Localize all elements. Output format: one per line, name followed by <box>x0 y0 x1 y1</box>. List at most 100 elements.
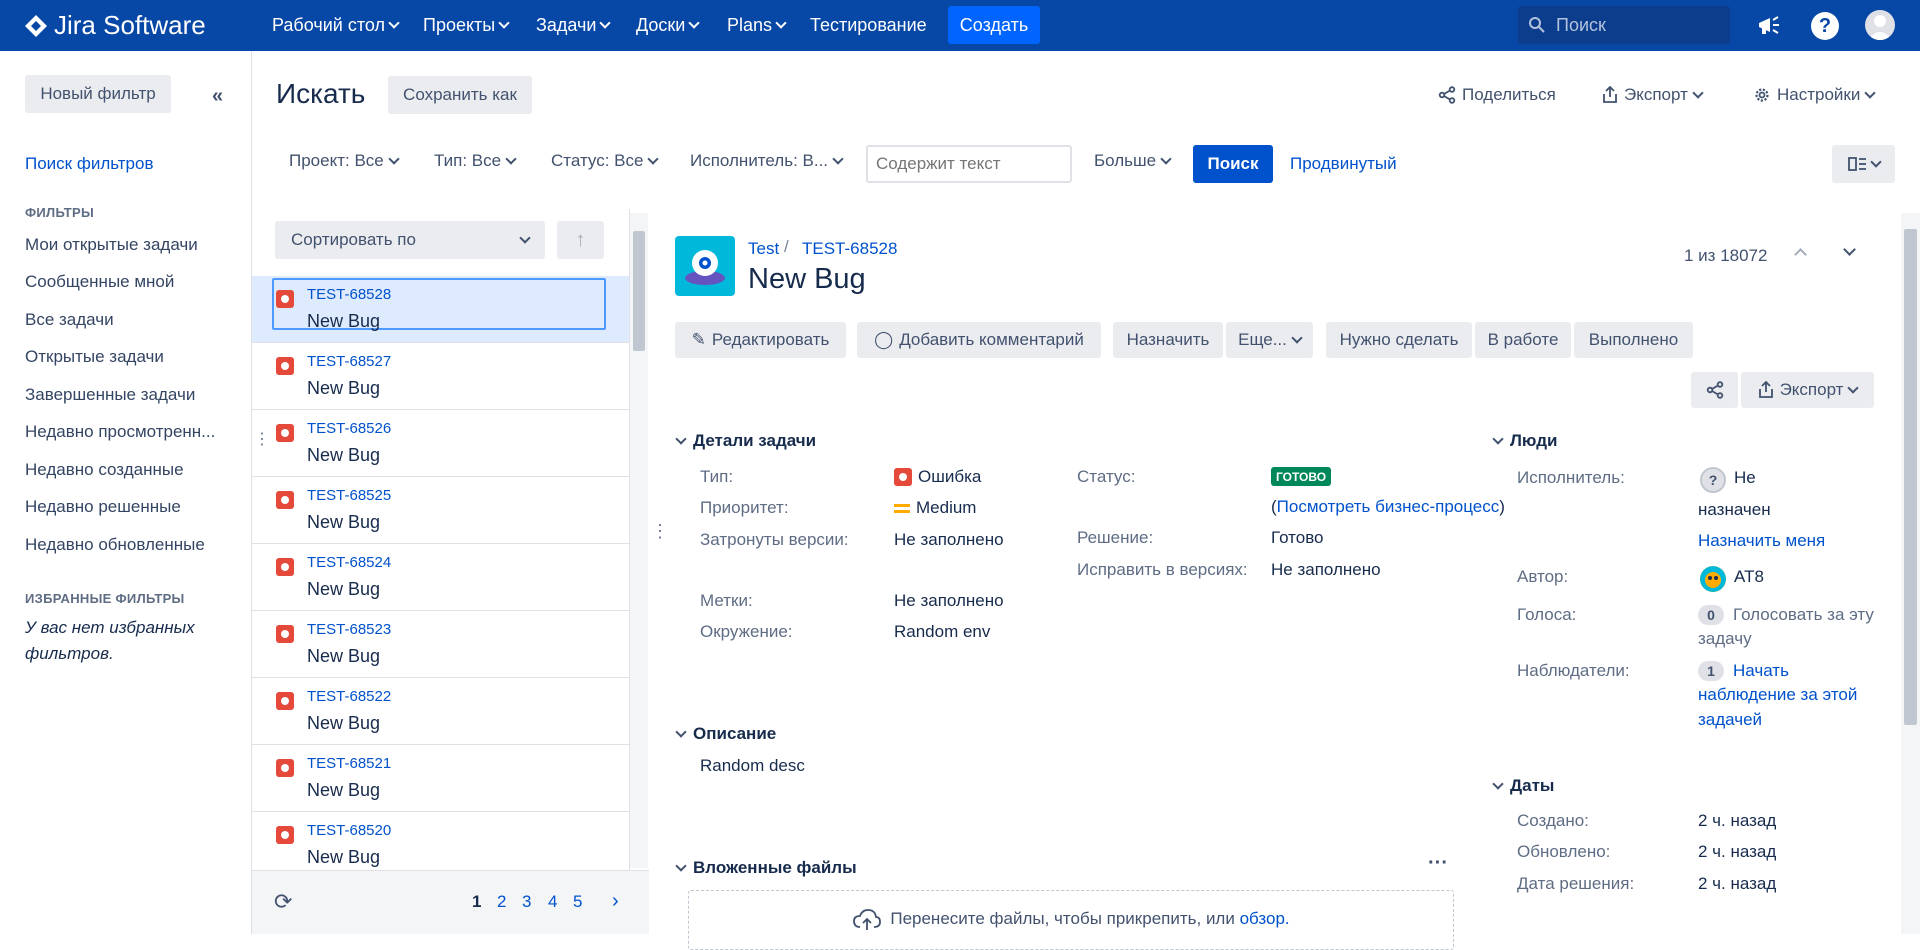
watch-link-line2[interactable]: наблюдение за этой <box>1698 685 1857 705</box>
environment-value[interactable]: Random env <box>894 622 990 642</box>
assign-to-me-link[interactable]: Назначить меня <box>1698 531 1825 551</box>
reporter-value[interactable]: AT8 <box>1734 567 1764 587</box>
issue-row[interactable]: TEST-68523 New Bug <box>252 611 629 678</box>
transition-done-button[interactable]: Выполнено <box>1574 322 1693 358</box>
add-comment-button[interactable]: ◯ Добавить комментарий <box>857 322 1101 358</box>
refresh-icon[interactable]: ⟳ <box>274 889 292 915</box>
sort-direction-button[interactable]: ↑ <box>557 221 604 259</box>
issue-row[interactable]: TEST-68521 New Bug <box>252 745 629 812</box>
assignee-value[interactable]: Не <box>1734 468 1756 488</box>
list-scrollbar[interactable] <box>630 213 648 868</box>
vote-link-line2[interactable]: задачу <box>1698 629 1752 649</box>
pane-resize-handle-icon[interactable]: ⋮ <box>651 522 669 540</box>
issue-share-button[interactable] <box>1691 372 1738 408</box>
export-dropdown[interactable]: Экспорт <box>1602 85 1704 105</box>
issue-export-dropdown[interactable]: Экспорт <box>1741 372 1874 408</box>
settings-dropdown[interactable]: Настройки <box>1753 85 1877 105</box>
issue-row[interactable]: TEST-68527 New Bug <box>252 343 629 410</box>
issue-row[interactable]: TEST-68526 New Bug <box>252 410 629 477</box>
next-issue-icon[interactable] <box>1843 243 1856 256</box>
issue-row-selected[interactable]: TEST-68528 New Bug <box>252 276 629 343</box>
create-button[interactable]: Создать <box>948 6 1040 44</box>
collapse-sidebar-icon[interactable]: « <box>212 85 223 108</box>
status-filter[interactable]: Статус: Все <box>551 151 660 171</box>
share-button[interactable]: Поделиться <box>1438 85 1556 105</box>
filter-my-open[interactable]: Мои открытые задачи <box>25 235 198 255</box>
next-page-icon[interactable]: › <box>612 890 619 913</box>
global-search-input[interactable]: Поиск <box>1518 6 1730 44</box>
project-filter[interactable]: Проект: Все <box>289 151 400 171</box>
breadcrumb-issue-key[interactable]: TEST-68528 <box>802 239 897 259</box>
filter-recently-resolved[interactable]: Недавно решенные <box>25 497 181 517</box>
previous-issue-icon[interactable] <box>1794 248 1807 261</box>
breadcrumb-project[interactable]: Test <box>748 239 779 259</box>
detail-scrollbar[interactable] <box>1901 213 1920 934</box>
attachments-section-toggle[interactable]: Вложенные файлы <box>675 858 857 878</box>
view-workflow-link[interactable]: Посмотреть бизнес-процесс <box>1277 497 1500 516</box>
type-value[interactable]: Ошибка <box>894 467 981 487</box>
issue-row[interactable]: TEST-68520 New Bug <box>252 812 629 879</box>
nav-plans[interactable]: Plans <box>727 15 787 36</box>
assignee-value-line2[interactable]: назначен <box>1698 500 1771 520</box>
assignee-filter[interactable]: Исполнитель: В... <box>690 151 844 171</box>
dates-section-toggle[interactable]: Даты <box>1492 776 1554 796</box>
filter-recently-updated[interactable]: Недавно обновленные <box>25 535 205 555</box>
search-filters-link[interactable]: Поиск фильтров <box>25 154 154 174</box>
transition-todo-button[interactable]: Нужно сделать <box>1326 322 1472 358</box>
details-section-toggle[interactable]: Детали задачи <box>675 431 816 451</box>
description-section-toggle[interactable]: Описание <box>675 724 776 744</box>
filter-recently-viewed[interactable]: Недавно просмотренн... <box>25 422 215 442</box>
save-as-button[interactable]: Сохранить как <box>388 76 532 114</box>
more-filters[interactable]: Больше <box>1094 151 1172 171</box>
labels-value[interactable]: Не заполнено <box>894 591 1004 611</box>
priority-value[interactable]: Medium <box>894 498 976 518</box>
people-section-toggle[interactable]: Люди <box>1492 431 1557 451</box>
help-icon[interactable]: ? <box>1811 12 1839 40</box>
filter-all-issues[interactable]: Все задачи <box>25 310 114 330</box>
transition-in-progress-button[interactable]: В работе <box>1475 322 1571 358</box>
issue-row[interactable]: TEST-68525 New Bug <box>252 477 629 544</box>
page-2[interactable]: 2 <box>497 892 506 912</box>
type-filter[interactable]: Тип: Все <box>434 151 517 171</box>
issue-title[interactable]: New Bug <box>748 263 866 296</box>
nav-projects[interactable]: Проекты <box>423 15 510 36</box>
affects-versions-value[interactable]: Не заполнено <box>894 530 1004 550</box>
sort-dropdown[interactable]: Сортировать по <box>275 221 545 259</box>
nav-issues[interactable]: Задачи <box>536 15 612 36</box>
watch-link[interactable]: Начать <box>1733 661 1789 681</box>
notifications-megaphone-icon[interactable] <box>1755 12 1783 40</box>
page-4[interactable]: 4 <box>548 892 557 912</box>
detail-scrollbar-thumb[interactable] <box>1904 229 1917 725</box>
page-5[interactable]: 5 <box>573 892 582 912</box>
attachment-dropzone[interactable]: Перенесите файлы, чтобы прикрепить, или … <box>688 890 1454 950</box>
edit-button[interactable]: ✎ Редактировать <box>675 322 846 358</box>
page-1[interactable]: 1 <box>472 892 481 912</box>
issue-row[interactable]: TEST-68522 New Bug <box>252 678 629 745</box>
nav-testing[interactable]: Тестирование <box>810 15 927 36</box>
description-text[interactable]: Random desc <box>700 756 805 776</box>
search-button[interactable]: Поиск <box>1193 145 1273 183</box>
filter-recently-created[interactable]: Недавно созданные <box>25 460 184 480</box>
issue-key: TEST-68528 <box>307 286 392 303</box>
filter-done-issues[interactable]: Завершенные задачи <box>25 385 195 405</box>
list-scrollbar-thumb[interactable] <box>633 231 645 351</box>
watch-link-line3[interactable]: задачей <box>1698 710 1762 730</box>
jira-logo[interactable]: Jira Software <box>24 10 206 41</box>
new-filter-button[interactable]: Новый фильтр <box>25 75 171 113</box>
issue-row[interactable]: TEST-68524 New Bug <box>252 544 629 611</box>
text-search-input[interactable] <box>866 145 1072 183</box>
nav-dashboard[interactable]: Рабочий стол <box>272 15 400 36</box>
layout-switcher[interactable] <box>1832 145 1895 183</box>
more-actions-button[interactable]: Еще... <box>1226 322 1313 358</box>
fix-versions-value[interactable]: Не заполнено <box>1271 560 1381 580</box>
vote-link[interactable]: Голосовать за эту <box>1733 605 1874 625</box>
nav-boards[interactable]: Доски <box>636 15 701 36</box>
user-avatar[interactable] <box>1865 10 1895 40</box>
advanced-search-link[interactable]: Продвинутый <box>1290 154 1397 174</box>
more-horizontal-icon[interactable]: ··· <box>1428 852 1448 875</box>
assign-button[interactable]: Назначить <box>1113 322 1223 358</box>
filter-open-issues[interactable]: Открытые задачи <box>25 347 164 367</box>
browse-link[interactable]: обзор. <box>1240 909 1290 928</box>
page-3[interactable]: 3 <box>522 892 531 912</box>
filter-reported-by-me[interactable]: Сообщенные мной <box>25 272 174 292</box>
